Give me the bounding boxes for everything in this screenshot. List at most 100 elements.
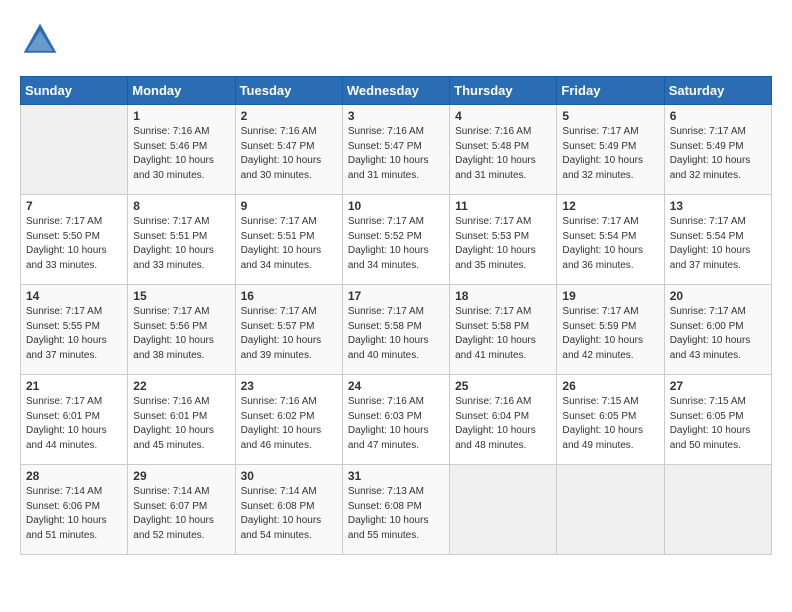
cell-content: Sunrise: 7:17 AM Sunset: 5:51 PM Dayligh… [241, 215, 337, 273]
calendar-cell: 30 Sunrise: 7:14 AM Sunset: 6:08 PM Dayli… [235, 465, 342, 555]
column-header-saturday: Saturday [664, 77, 771, 105]
calendar-cell: 31 Sunrise: 7:13 AM Sunset: 6:08 PM Dayli… [342, 465, 449, 555]
cell-content: Sunrise: 7:17 AM Sunset: 6:01 PM Dayligh… [26, 395, 122, 453]
day-number: 3 [348, 109, 444, 123]
calendar-cell: 6 Sunrise: 7:17 AM Sunset: 5:49 PM Daylig… [664, 105, 771, 195]
day-number: 4 [455, 109, 551, 123]
cell-content: Sunrise: 7:16 AM Sunset: 6:03 PM Dayligh… [348, 395, 444, 453]
cell-content: Sunrise: 7:17 AM Sunset: 5:56 PM Dayligh… [133, 305, 229, 363]
day-number: 16 [241, 289, 337, 303]
day-number: 28 [26, 469, 122, 483]
cell-content: Sunrise: 7:16 AM Sunset: 5:47 PM Dayligh… [348, 125, 444, 183]
week-row-3: 14Sunrise: 7:17 AM Sunset: 5:55 PM Dayli… [21, 285, 772, 375]
logo [20, 20, 64, 60]
calendar-cell: 13 Sunrise: 7:17 AM Sunset: 5:54 PM Dayli… [664, 195, 771, 285]
cell-content: Sunrise: 7:16 AM Sunset: 5:47 PM Dayligh… [241, 125, 337, 183]
cell-content: Sunrise: 7:17 AM Sunset: 5:58 PM Dayligh… [348, 305, 444, 363]
calendar-cell: 18Sunrise: 7:17 AM Sunset: 5:58 PM Dayli… [450, 285, 557, 375]
calendar-cell: 19Sunrise: 7:17 AM Sunset: 5:59 PM Dayli… [557, 285, 664, 375]
calendar-cell: 12Sunrise: 7:17 AM Sunset: 5:54 PM Dayli… [557, 195, 664, 285]
calendar-cell: 20 Sunrise: 7:17 AM Sunset: 6:00 PM Dayli… [664, 285, 771, 375]
calendar-cell: 2 Sunrise: 7:16 AM Sunset: 5:47 PM Daylig… [235, 105, 342, 195]
day-number: 5 [562, 109, 658, 123]
week-row-5: 28 Sunrise: 7:14 AM Sunset: 6:06 PM Dayli… [21, 465, 772, 555]
calendar-cell: 3 Sunrise: 7:16 AM Sunset: 5:47 PM Daylig… [342, 105, 449, 195]
day-number: 20 [670, 289, 766, 303]
calendar-cell: 24 Sunrise: 7:16 AM Sunset: 6:03 PM Dayli… [342, 375, 449, 465]
calendar-cell: 29Sunrise: 7:14 AM Sunset: 6:07 PM Dayli… [128, 465, 235, 555]
calendar-cell: 8 Sunrise: 7:17 AM Sunset: 5:51 PM Daylig… [128, 195, 235, 285]
cell-content: Sunrise: 7:14 AM Sunset: 6:08 PM Dayligh… [241, 485, 337, 543]
calendar-cell: 11 Sunrise: 7:17 AM Sunset: 5:53 PM Dayli… [450, 195, 557, 285]
column-header-tuesday: Tuesday [235, 77, 342, 105]
day-number: 15 [133, 289, 229, 303]
calendar-cell: 16 Sunrise: 7:17 AM Sunset: 5:57 PM Dayli… [235, 285, 342, 375]
week-row-2: 7 Sunrise: 7:17 AM Sunset: 5:50 PM Daylig… [21, 195, 772, 285]
day-number: 13 [670, 199, 766, 213]
calendar-cell [664, 465, 771, 555]
column-header-sunday: Sunday [21, 77, 128, 105]
calendar-cell: 1Sunrise: 7:16 AM Sunset: 5:46 PM Daylig… [128, 105, 235, 195]
calendar-cell: 23Sunrise: 7:16 AM Sunset: 6:02 PM Dayli… [235, 375, 342, 465]
cell-content: Sunrise: 7:17 AM Sunset: 5:49 PM Dayligh… [670, 125, 766, 183]
cell-content: Sunrise: 7:17 AM Sunset: 5:57 PM Dayligh… [241, 305, 337, 363]
cell-content: Sunrise: 7:16 AM Sunset: 5:46 PM Dayligh… [133, 125, 229, 183]
calendar-cell [21, 105, 128, 195]
calendar-cell: 21 Sunrise: 7:17 AM Sunset: 6:01 PM Dayli… [21, 375, 128, 465]
calendar-cell: 5 Sunrise: 7:17 AM Sunset: 5:49 PM Daylig… [557, 105, 664, 195]
day-number: 7 [26, 199, 122, 213]
cell-content: Sunrise: 7:17 AM Sunset: 5:58 PM Dayligh… [455, 305, 551, 363]
cell-content: Sunrise: 7:17 AM Sunset: 5:49 PM Dayligh… [562, 125, 658, 183]
day-number: 25 [455, 379, 551, 393]
logo-icon [20, 20, 60, 60]
calendar-cell: 10Sunrise: 7:17 AM Sunset: 5:52 PM Dayli… [342, 195, 449, 285]
calendar-cell [557, 465, 664, 555]
column-header-friday: Friday [557, 77, 664, 105]
cell-content: Sunrise: 7:17 AM Sunset: 5:54 PM Dayligh… [670, 215, 766, 273]
calendar-cell: 15 Sunrise: 7:17 AM Sunset: 5:56 PM Dayli… [128, 285, 235, 375]
cell-content: Sunrise: 7:15 AM Sunset: 6:05 PM Dayligh… [670, 395, 766, 453]
day-number: 6 [670, 109, 766, 123]
cell-content: Sunrise: 7:17 AM Sunset: 5:53 PM Dayligh… [455, 215, 551, 273]
cell-content: Sunrise: 7:14 AM Sunset: 6:06 PM Dayligh… [26, 485, 122, 543]
cell-content: Sunrise: 7:13 AM Sunset: 6:08 PM Dayligh… [348, 485, 444, 543]
calendar-cell: 7 Sunrise: 7:17 AM Sunset: 5:50 PM Daylig… [21, 195, 128, 285]
calendar-cell [450, 465, 557, 555]
cell-content: Sunrise: 7:14 AM Sunset: 6:07 PM Dayligh… [133, 485, 229, 543]
column-header-thursday: Thursday [450, 77, 557, 105]
calendar-cell: 17 Sunrise: 7:17 AM Sunset: 5:58 PM Dayli… [342, 285, 449, 375]
cell-content: Sunrise: 7:17 AM Sunset: 5:52 PM Dayligh… [348, 215, 444, 273]
week-row-4: 21 Sunrise: 7:17 AM Sunset: 6:01 PM Dayli… [21, 375, 772, 465]
cell-content: Sunrise: 7:16 AM Sunset: 5:48 PM Dayligh… [455, 125, 551, 183]
day-number: 21 [26, 379, 122, 393]
cell-content: Sunrise: 7:17 AM Sunset: 6:00 PM Dayligh… [670, 305, 766, 363]
calendar-cell: 25 Sunrise: 7:16 AM Sunset: 6:04 PM Dayli… [450, 375, 557, 465]
calendar-table: SundayMondayTuesdayWednesdayThursdayFrid… [20, 76, 772, 555]
cell-content: Sunrise: 7:16 AM Sunset: 6:04 PM Dayligh… [455, 395, 551, 453]
cell-content: Sunrise: 7:17 AM Sunset: 5:50 PM Dayligh… [26, 215, 122, 273]
day-number: 8 [133, 199, 229, 213]
cell-content: Sunrise: 7:15 AM Sunset: 6:05 PM Dayligh… [562, 395, 658, 453]
cell-content: Sunrise: 7:17 AM Sunset: 5:51 PM Dayligh… [133, 215, 229, 273]
calendar-cell: 14Sunrise: 7:17 AM Sunset: 5:55 PM Dayli… [21, 285, 128, 375]
day-number: 2 [241, 109, 337, 123]
calendar-cell: 9 Sunrise: 7:17 AM Sunset: 5:51 PM Daylig… [235, 195, 342, 285]
calendar-cell: 26 Sunrise: 7:15 AM Sunset: 6:05 PM Dayli… [557, 375, 664, 465]
day-number: 26 [562, 379, 658, 393]
calendar-cell: 27Sunrise: 7:15 AM Sunset: 6:05 PM Dayli… [664, 375, 771, 465]
calendar-cell: 28 Sunrise: 7:14 AM Sunset: 6:06 PM Dayli… [21, 465, 128, 555]
cell-content: Sunrise: 7:17 AM Sunset: 5:59 PM Dayligh… [562, 305, 658, 363]
day-number: 12 [562, 199, 658, 213]
day-number: 17 [348, 289, 444, 303]
header-row: SundayMondayTuesdayWednesdayThursdayFrid… [21, 77, 772, 105]
day-number: 11 [455, 199, 551, 213]
cell-content: Sunrise: 7:16 AM Sunset: 6:02 PM Dayligh… [241, 395, 337, 453]
week-row-1: 1Sunrise: 7:16 AM Sunset: 5:46 PM Daylig… [21, 105, 772, 195]
day-number: 9 [241, 199, 337, 213]
cell-content: Sunrise: 7:16 AM Sunset: 6:01 PM Dayligh… [133, 395, 229, 453]
calendar-cell: 4 Sunrise: 7:16 AM Sunset: 5:48 PM Daylig… [450, 105, 557, 195]
day-number: 22 [133, 379, 229, 393]
day-number: 31 [348, 469, 444, 483]
day-number: 30 [241, 469, 337, 483]
day-number: 24 [348, 379, 444, 393]
